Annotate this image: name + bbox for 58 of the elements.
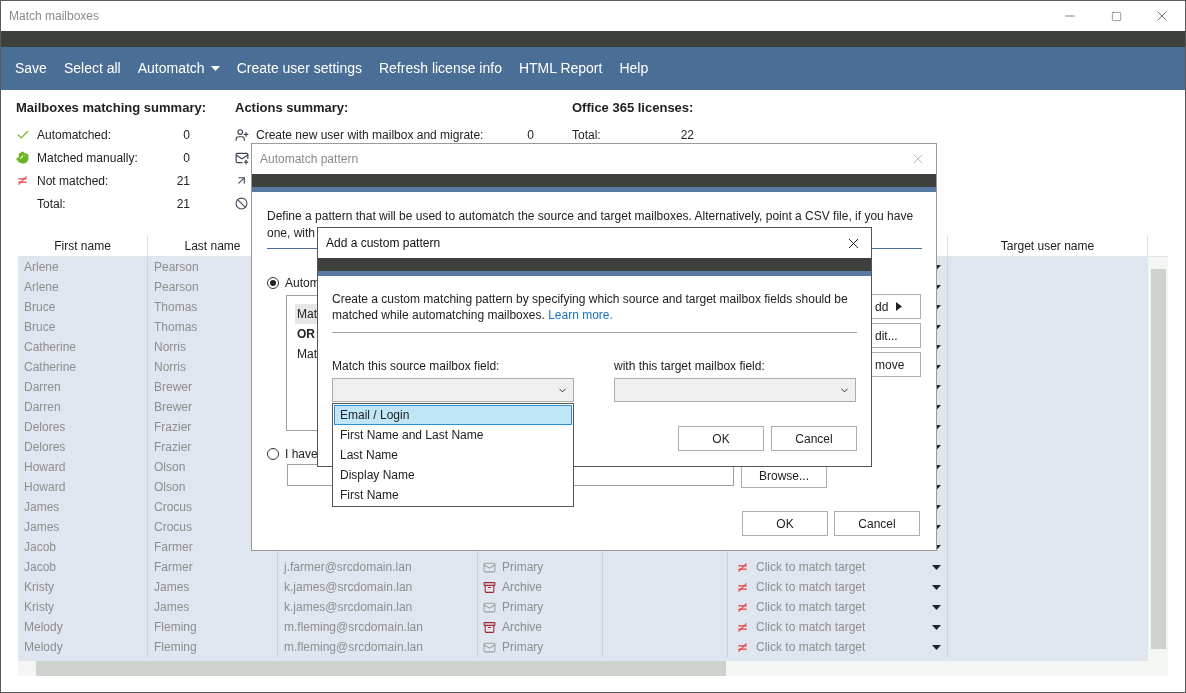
table-cell: Jacob [18, 537, 148, 557]
table-cell: Kristy [18, 577, 148, 597]
summary-count: 0 [182, 150, 190, 165]
table-cell: Melody [18, 637, 148, 657]
email-text: k.james@srcdomain.lan [284, 579, 413, 596]
table-cell: Catherine [18, 337, 148, 357]
email-text: j.farmer@srcdomain.lan [284, 559, 412, 576]
table-cell: Farmer [148, 557, 278, 577]
mailbox-type-text: Archive [502, 579, 542, 596]
dialog-title: Add a custom pattern [326, 235, 441, 252]
summary-count: 21 [175, 196, 190, 211]
table-cell: James [18, 497, 148, 517]
summary-count: 22 [679, 127, 694, 142]
field-label: with this target mailbox field: [614, 358, 766, 375]
table-cell: James [18, 517, 148, 537]
summary-count: 0 [182, 127, 190, 142]
radio-label: I have [285, 446, 318, 463]
email-text: m.fleming@srcdomain.lan [284, 639, 423, 656]
summary-count: 0 [526, 127, 534, 142]
summary-label: Total: [572, 127, 602, 142]
summary-label: Matched manually: [37, 150, 139, 165]
table-cell: Melody [18, 617, 148, 637]
table-cell: Howard [18, 457, 148, 477]
section-heading: Mailboxes matching summary: [16, 101, 207, 117]
section-heading: Office 365 licenses: [572, 101, 694, 117]
mailbox-type-text: Primary [502, 559, 544, 576]
summary-label: Total: [37, 196, 67, 211]
table-cell: Bruce [18, 297, 148, 317]
email-text: m.fleming@srcdomain.lan [284, 619, 423, 636]
table-cell: Arlene [18, 257, 148, 277]
table-cell: James [148, 577, 278, 597]
summary-label: Not matched: [37, 173, 110, 188]
mailbox-type-text: Primary [502, 639, 544, 656]
pattern-operator: OR [296, 326, 316, 343]
table-cell: Kristy [18, 597, 148, 617]
table-cell: Darren [18, 397, 148, 417]
table-cell: Fleming [148, 637, 278, 657]
table-cell: Fleming [148, 617, 278, 637]
field-label: Match this source mailbox field: [332, 358, 501, 375]
summary-count: 21 [175, 173, 190, 188]
window-title: Match mailboxes [9, 8, 100, 25]
dialog-description: Create a custom matching pattern by specifying which source and target mailbox fields should be matched while automatching mailboxes. Learn more. [332, 291, 857, 333]
table-cell: Catherine [18, 357, 148, 377]
table-cell: Jacob [18, 557, 148, 577]
dialog-title: Automatch pattern [260, 151, 359, 168]
summary-label: Automatched: [37, 127, 113, 142]
table-cell: Darren [18, 377, 148, 397]
mailbox-type-text: Primary [502, 599, 544, 616]
section-heading: Actions summary: [235, 101, 350, 117]
table-cell: Howard [18, 477, 148, 497]
email-text: k.james@srcdomain.lan [284, 599, 413, 616]
mailbox-type-text: Archive [502, 619, 542, 636]
summary-label: Create new user with mailbox and migrate: [256, 127, 485, 142]
table-cell: Bruce [18, 317, 148, 337]
table-cell: Arlene [18, 277, 148, 297]
table-cell: James [148, 597, 278, 617]
table-cell: Delores [18, 417, 148, 437]
table-cell: Delores [18, 437, 148, 457]
